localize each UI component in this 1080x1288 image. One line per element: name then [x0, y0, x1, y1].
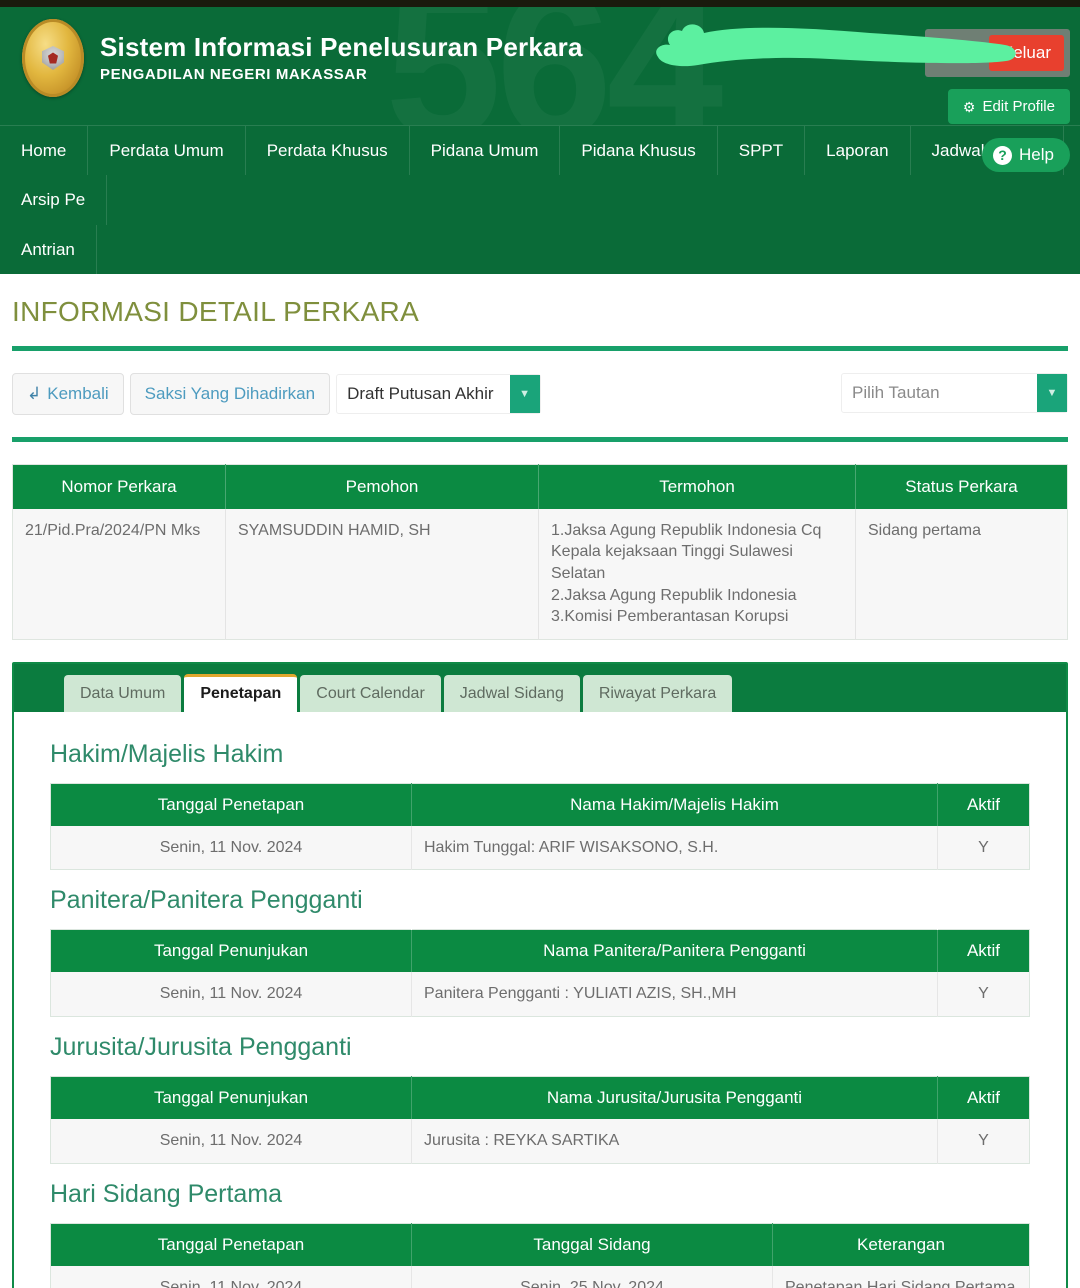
jurusita-table: Tanggal Penunjukan Nama Jurusita/Jurusit…: [50, 1075, 1030, 1164]
draft-putusan-select[interactable]: Draft Putusan Akhir ▼: [336, 373, 541, 414]
page-body: INFORMASI DETAIL PERKARA ↲ Kembali Saksi…: [0, 296, 1080, 1288]
action-toolbar: ↲ Kembali Saksi Yang Dihadirkan Draft Pu…: [12, 372, 1068, 415]
tab-data-umum[interactable]: Data Umum: [64, 674, 182, 712]
th-termohon: Termohon: [538, 464, 856, 509]
th-status-perkara: Status Perkara: [855, 464, 1068, 509]
back-label: Kembali: [47, 383, 109, 403]
cell-nomor-perkara: 21/Pid.Pra/2024/PN Mks: [12, 508, 226, 640]
logout-button[interactable]: Keluar: [988, 35, 1064, 71]
table-row: Senin, 11 Nov. 2024 Jurusita : REYKA SAR…: [50, 1118, 1030, 1163]
table-row: Senin, 11 Nov. 2024 Hakim Tunggal: ARIF …: [50, 825, 1030, 870]
cell-nama: Jurusita : REYKA SARTIKA: [411, 1118, 938, 1163]
table-header-row: Tanggal Penunjukan Nama Jurusita/Jurusit…: [50, 1076, 1030, 1119]
detail-tab-panel: Data Umum Penetapan Court Calendar Jadwa…: [12, 661, 1068, 1288]
cell-tanggal: Senin, 11 Nov. 2024: [50, 1118, 412, 1163]
th-keterangan: Keterangan: [772, 1223, 1030, 1266]
cell-tanggal-sidang: Senin, 25 Nov. 2024: [411, 1265, 773, 1288]
nav-item-perdata-khusus[interactable]: Perdata Khusus: [246, 126, 410, 176]
th-tanggal-penunjukan: Tanggal Penunjukan: [50, 1076, 412, 1119]
app-title: Sistem Informasi Penelusuran Perkara: [100, 31, 583, 62]
section-title-hari-sidang: Hari Sidang Pertama: [50, 1179, 283, 1208]
pilih-tautan-value: Pilih Tautan: [852, 382, 940, 402]
nav-item-laporan[interactable]: Laporan: [805, 126, 911, 176]
cell-termohon: 1.Jaksa Agung Republik Indonesia Cq Kepa…: [538, 508, 856, 640]
th-pemohon: Pemohon: [225, 464, 539, 509]
main-nav: Home Perdata Umum Perdata Khusus Pidana …: [0, 125, 1080, 274]
cell-aktif: Y: [937, 1118, 1030, 1163]
cell-tanggal-penetapan: Senin, 11 Nov. 2024: [50, 1265, 412, 1288]
saksi-button[interactable]: Saksi Yang Dihadirkan: [129, 372, 331, 415]
nav-item-pidana-umum[interactable]: Pidana Umum: [410, 126, 561, 176]
tab-riwayat-perkara[interactable]: Riwayat Perkara: [582, 674, 733, 712]
question-circle-icon: ?: [993, 145, 1013, 165]
gear-icon: ⚙: [962, 98, 976, 115]
cell-keterangan: Penetapan Hari Sidang Pertama: [772, 1265, 1030, 1288]
nav-item-home[interactable]: Home: [0, 126, 89, 176]
case-summary-table: Nomor Perkara Pemohon Termohon Status Pe…: [12, 463, 1068, 640]
table-header-row: Tanggal Penetapan Nama Hakim/Majelis Hak…: [50, 783, 1030, 826]
section-title-jurusita: Jurusita/Jurusita Pengganti: [50, 1032, 352, 1061]
nav-item-arsip-perkara[interactable]: Arsip Pe: [0, 175, 108, 225]
edit-profile-button[interactable]: ⚙ Edit Profile: [947, 89, 1070, 124]
app-header: 564 Sistem Informasi Penelusuran Perkara…: [0, 7, 1080, 125]
page-title: INFORMASI DETAIL PERKARA: [12, 295, 420, 327]
table-row: Senin, 11 Nov. 2024 Panitera Pengganti :…: [50, 972, 1030, 1017]
section-title-hakim: Hakim/Majelis Hakim: [50, 739, 284, 768]
user-bar: Anda Keluar: [925, 29, 1070, 77]
th-aktif: Aktif: [937, 929, 1030, 973]
chevron-down-icon[interactable]: ▼: [509, 374, 540, 413]
table-header-row: Tanggal Penetapan Tanggal Sidang Keteran…: [50, 1223, 1030, 1266]
th-tanggal-sidang: Tanggal Sidang: [411, 1223, 773, 1266]
nav-item-pidana-khusus[interactable]: Pidana Khusus: [560, 126, 718, 176]
th-tanggal-penunjukan: Tanggal Penunjukan: [50, 929, 412, 973]
help-button[interactable]: ? Help: [982, 138, 1070, 172]
draft-putusan-value: Draft Putusan Akhir: [347, 383, 494, 403]
tab-bar: Data Umum Penetapan Court Calendar Jadwa…: [14, 663, 1066, 712]
th-aktif: Aktif: [937, 783, 1030, 826]
th-nama-hakim: Nama Hakim/Majelis Hakim: [411, 783, 938, 826]
panitera-table: Tanggal Penunjukan Nama Panitera/Paniter…: [50, 929, 1030, 1017]
edit-profile-label: Edit Profile: [982, 98, 1055, 115]
chevron-down-icon[interactable]: ▼: [1037, 373, 1067, 412]
user-greeting: Anda: [937, 44, 975, 61]
toolbar-divider: [12, 436, 1068, 442]
app-subtitle: PENGADILAN NEGERI MAKASSAR: [100, 66, 368, 84]
th-nomor-perkara: Nomor Perkara: [12, 464, 226, 509]
cell-nama: Hakim Tunggal: ARIF WISAKSONO, S.H.: [411, 825, 938, 870]
th-nama-panitera: Nama Panitera/Panitera Pengganti: [411, 929, 938, 973]
table-row: Senin, 11 Nov. 2024 Senin, 25 Nov. 2024 …: [50, 1265, 1030, 1288]
nav-item-antrian[interactable]: Antrian: [0, 224, 97, 274]
th-tanggal-penetapan: Tanggal Penetapan: [50, 1223, 412, 1266]
back-button[interactable]: ↲ Kembali: [12, 372, 124, 415]
cell-tanggal: Senin, 11 Nov. 2024: [50, 825, 412, 870]
cell-nama: Panitera Pengganti : YULIATI AZIS, SH.,M…: [411, 972, 938, 1017]
help-label: Help: [1019, 145, 1054, 164]
nav-item-sppt[interactable]: SPPT: [718, 126, 806, 176]
th-nama-jurusita: Nama Jurusita/Jurusita Pengganti: [411, 1076, 938, 1119]
hakim-table: Tanggal Penetapan Nama Hakim/Majelis Hak…: [50, 782, 1030, 871]
section-title-panitera: Panitera/Panitera Pengganti: [50, 886, 363, 915]
cell-aktif: Y: [937, 972, 1030, 1017]
table-row: 21/Pid.Pra/2024/PN Mks SYAMSUDDIN HAMID,…: [12, 508, 1068, 640]
tab-penetapan[interactable]: Penetapan: [184, 673, 298, 712]
nav-item-perdata-umum[interactable]: Perdata Umum: [88, 126, 246, 176]
cell-tanggal: Senin, 11 Nov. 2024: [50, 972, 412, 1017]
th-tanggal-penetapan: Tanggal Penetapan: [50, 783, 412, 826]
table-header-row: Nomor Perkara Pemohon Termohon Status Pe…: [12, 464, 1068, 509]
back-arrow-icon: ↲: [27, 383, 42, 403]
title-divider: [12, 345, 1068, 351]
supreme-court-emblem-icon: [22, 19, 84, 97]
top-strip: [0, 0, 1080, 7]
pilih-tautan-select[interactable]: Pilih Tautan ▼: [841, 372, 1068, 413]
cell-status-perkara: Sidang pertama: [855, 508, 1068, 640]
table-header-row: Tanggal Penunjukan Nama Panitera/Paniter…: [50, 929, 1030, 973]
cell-aktif: Y: [937, 825, 1030, 870]
hari-sidang-table: Tanggal Penetapan Tanggal Sidang Keteran…: [50, 1222, 1030, 1288]
brand: Sistem Informasi Penelusuran Perkara PEN…: [22, 19, 583, 97]
th-aktif: Aktif: [937, 1076, 1030, 1119]
tab-content-penetapan: Hakim/Majelis Hakim Tanggal Penetapan Na…: [14, 711, 1066, 1288]
tab-jadwal-sidang[interactable]: Jadwal Sidang: [443, 674, 580, 712]
cell-pemohon: SYAMSUDDIN HAMID, SH: [225, 508, 539, 640]
tab-court-calendar[interactable]: Court Calendar: [300, 674, 441, 712]
